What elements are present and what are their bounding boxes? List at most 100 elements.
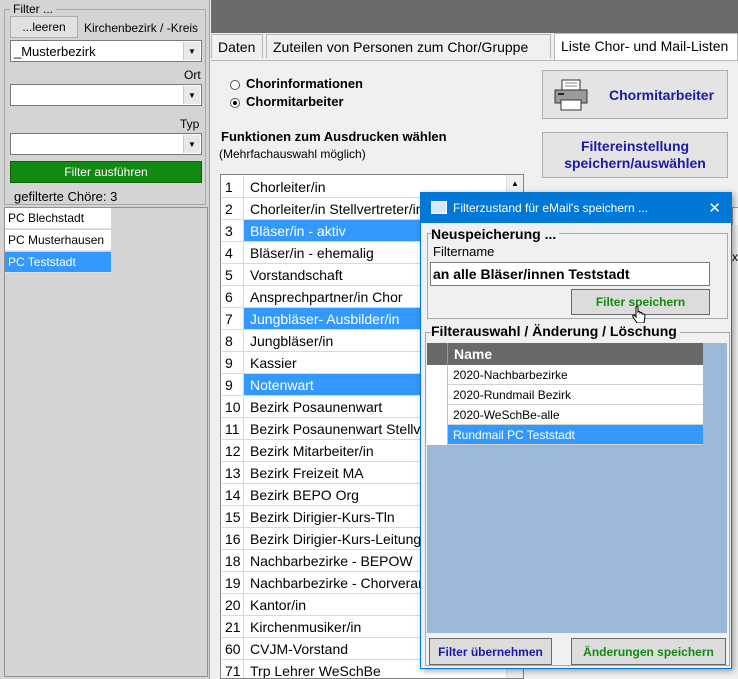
function-number: 4 [222, 242, 244, 263]
table-row[interactable]: 2020-Rundmail Bezirk [427, 385, 703, 405]
function-name: Bezirk Freizeit MA [250, 465, 364, 481]
function-name: Kirchenmusiker/in [250, 619, 362, 635]
list-item[interactable]: PC Blechstadt [5, 208, 111, 229]
filter-panel: Filter ... ...leeren Kirchenbezirk / -Kr… [0, 0, 210, 679]
function-number: 7 [222, 308, 244, 329]
function-name: Bezirk Posaunenwart [250, 399, 383, 415]
function-name: Nachbarbezirke - BEPOW [250, 553, 413, 569]
function-number: 18 [222, 550, 244, 571]
function-number: 8 [222, 330, 244, 351]
function-number: 9 [222, 352, 244, 373]
function-name: CVJM-Vorstand [250, 641, 349, 657]
function-name: Bezirk Dirigier-Kurs-Tln [250, 509, 395, 525]
grid-header-row: Name [427, 343, 703, 365]
grid-corner [427, 343, 448, 365]
grid-cell-name: Rundmail PC Teststadt [453, 428, 575, 442]
function-name: Bläser/in - aktiv [250, 223, 346, 239]
table-row[interactable]: 2020-WeSchBe-alle [427, 405, 703, 425]
district-label: Kirchenbezirk / -Kreis [84, 21, 199, 35]
grid-cell-name: 2020-WeSchBe-alle [453, 408, 560, 422]
row-header[interactable] [427, 365, 448, 385]
function-name: Jungbläser/in [250, 333, 334, 349]
tab-2[interactable]: Liste Chor- und Mail-Listen [554, 33, 738, 60]
filter-save-dialog: Filterzustand für eMail's speichern ... … [420, 192, 732, 669]
tab-0[interactable]: Daten [211, 34, 263, 58]
print-chormitarbeiter-button[interactable]: Chormitarbeiter [542, 70, 728, 119]
apply-filter-button[interactable]: Filter übernehmen [429, 638, 552, 665]
list-item[interactable]: PC Teststadt [5, 252, 111, 273]
function-name: Trp Lehrer WeSchBe [250, 663, 381, 679]
chevron-down-icon[interactable]: ▼ [183, 86, 200, 104]
filtered-count: gefilterte Chöre: 3 [14, 189, 118, 204]
typ-label: Typ [180, 117, 200, 131]
function-number: 60 [222, 638, 244, 659]
filter-grid[interactable]: Name 2020-Nachbarbezirke 2020-Rundmail Be… [427, 343, 727, 633]
function-name: Bläser/in - ehemalig [250, 245, 374, 261]
run-filter-button[interactable]: Filter ausführen [10, 161, 202, 183]
function-number: 2 [222, 198, 244, 219]
function-name: Jungbläser- Ausbilder/in [250, 311, 400, 327]
background-field-edge [732, 207, 738, 225]
grid-cell-name: 2020-Rundmail Bezirk [453, 388, 572, 402]
function-number: 11 [222, 418, 244, 439]
radio-chorinformationen[interactable]: Chorinformationen [230, 76, 363, 91]
radio-chormitarbeiter[interactable]: Chormitarbeiter [230, 94, 344, 109]
function-number: 20 [222, 594, 244, 615]
function-name: Bezirk Posaunenwart Stellv. [250, 421, 424, 437]
radio-circle[interactable] [230, 79, 240, 90]
table-row[interactable]: ▷ Rundmail PC Teststadt [427, 425, 703, 445]
dialog-titlebar: Filterzustand für eMail's speichern ... … [421, 193, 731, 223]
function-number: 71 [222, 660, 244, 678]
radio-circle-selected[interactable] [230, 97, 240, 108]
functions-subheading: (Mehrfachauswahl möglich) [219, 147, 366, 161]
window-app-icon [431, 201, 447, 214]
background-field-text: x [732, 250, 738, 264]
function-name: Nachbarbezirke - Chorverantw. [250, 575, 443, 591]
ort-combo[interactable]: ▼ [10, 84, 202, 106]
function-number: 21 [222, 616, 244, 637]
filter-settings-line1: Filtereinstellung [580, 138, 690, 154]
function-name: Bezirk Dirigier-Kurs-Leitung [250, 531, 422, 547]
printer-icon [554, 79, 588, 110]
tab-1[interactable]: Zuteilen von Personen zum Chor/Gruppe [266, 34, 551, 58]
choir-list[interactable]: PC Blechstadt PC Musterhausen PC Teststadt [4, 207, 208, 677]
grid-header-name[interactable]: Name [454, 346, 492, 362]
filter-settings-line2: speichern/auswählen [564, 155, 706, 171]
function-number: 16 [222, 528, 244, 549]
filter-settings-button[interactable]: Filtereinstellung speichern/auswählen [542, 132, 728, 178]
function-name: Kassier [250, 355, 297, 371]
filtername-input[interactable]: an alle Bläser/innen Teststadt [430, 262, 710, 286]
function-name: Chorleiter/in Stellvertreter/in [250, 201, 424, 217]
list-item[interactable]: PC Musterhausen [5, 230, 111, 251]
function-number: 14 [222, 484, 244, 505]
table-row[interactable]: 2020-Nachbarbezirke [427, 365, 703, 385]
function-number: 5 [222, 264, 244, 285]
function-number: 6 [222, 286, 244, 307]
filter-select-group-title: Filterauswahl / Änderung / Löschung [431, 323, 680, 339]
new-save-group-title: Neuspeicherung ... [431, 226, 560, 242]
function-name: Bezirk BEPO Org [250, 487, 359, 503]
chevron-down-icon[interactable]: ▼ [183, 42, 200, 60]
function-name: Chorleiter/in [250, 179, 326, 195]
function-name: Bezirk Mitarbeiter/in [250, 443, 374, 459]
function-number: 19 [222, 572, 244, 593]
district-combo[interactable]: _Musterbezirk ▼ [10, 40, 202, 62]
function-number: 12 [222, 440, 244, 461]
typ-combo[interactable]: ▼ [10, 133, 202, 155]
district-value: _Musterbezirk [14, 44, 96, 59]
save-changes-button[interactable]: Änderungen speichern [571, 638, 726, 665]
close-icon[interactable]: ✕ [708, 199, 721, 217]
ort-label: Ort [184, 68, 201, 82]
row-header[interactable] [427, 405, 448, 425]
clear-filter-button[interactable]: ...leeren [10, 16, 78, 38]
function-name: Kantor/in [250, 597, 307, 613]
function-name: Notenwart [250, 377, 314, 393]
row-pointer-icon[interactable]: ▷ [427, 425, 448, 445]
row-header[interactable] [427, 385, 448, 405]
chevron-down-icon[interactable]: ▼ [183, 135, 200, 153]
function-number: 3 [222, 220, 244, 241]
print-button-label: Chormitarbeiter [609, 86, 715, 103]
dialog-title: Filterzustand für eMail's speichern ... [453, 201, 649, 215]
scroll-up-arrow[interactable]: ▲ [507, 175, 523, 192]
top-bar [211, 0, 738, 33]
